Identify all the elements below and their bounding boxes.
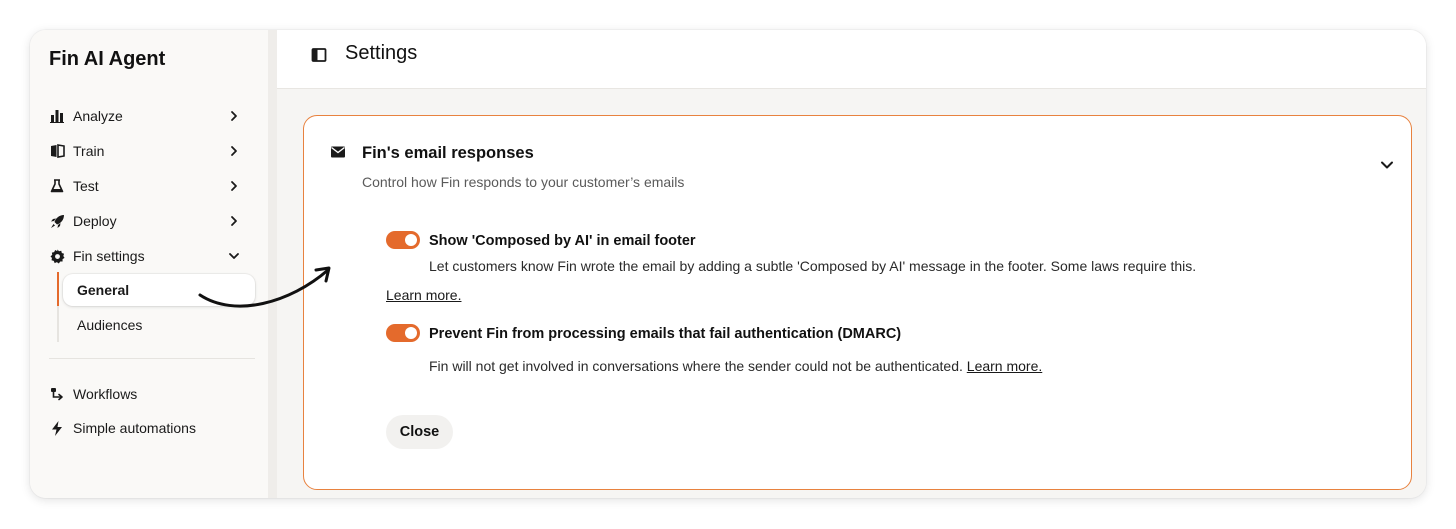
sidebar-item-deploy[interactable]: Deploy: [49, 207, 241, 235]
card-subtitle: Control how Fin responds to your custome…: [362, 174, 685, 190]
sidebar-item-workflows[interactable]: Workflows: [49, 380, 241, 408]
sidebar-item-label: Test: [73, 178, 99, 194]
gear-icon: [49, 248, 65, 264]
option-title: Show 'Composed by AI' in email footer: [429, 233, 696, 249]
rocket-icon: [49, 213, 65, 229]
option-description: Let customers know Fin wrote the email b…: [429, 258, 1197, 274]
chevron-right-icon: [231, 111, 237, 121]
toggle-knob: [405, 234, 417, 246]
main-content: Settings Fin's email responses Control h…: [277, 30, 1426, 498]
sidebar-item-label: Simple automations: [73, 420, 196, 436]
option-description-text: Fin will not get involved in conversatio…: [429, 358, 963, 374]
sidebar-item-analyze[interactable]: Analyze: [49, 102, 241, 130]
chevron-right-icon: [231, 181, 237, 191]
sidebar-toggle-icon[interactable]: [311, 47, 327, 63]
sidebar-item-label: Train: [73, 143, 105, 159]
toggle-knob: [405, 327, 417, 339]
sidebar-divider: [49, 358, 255, 359]
sidebar-item-label: Deploy: [73, 213, 117, 229]
prevent-dmarc-toggle[interactable]: [386, 324, 420, 342]
lightning-icon: [49, 420, 65, 436]
sidebar-item-train[interactable]: Train: [49, 137, 241, 165]
chevron-right-icon: [231, 216, 237, 226]
sidebar-item-label: Analyze: [73, 108, 123, 124]
sidebar-item-simple-automations[interactable]: Simple automations: [49, 414, 241, 442]
chevron-down-icon[interactable]: [1378, 156, 1396, 174]
option-title: Prevent Fin from processing emails that …: [429, 326, 902, 342]
app-title: Fin AI Agent: [49, 48, 166, 70]
card-title: Fin's email responses: [362, 144, 534, 162]
close-button[interactable]: Close: [386, 415, 453, 449]
learn-more-link[interactable]: Learn more.: [967, 358, 1042, 374]
subnav-active-indicator: [57, 272, 59, 306]
book-icon: [49, 143, 65, 159]
flask-icon: [49, 178, 65, 194]
chevron-right-icon: [231, 146, 237, 156]
page-title: Settings: [345, 42, 418, 64]
sidebar-item-label: Workflows: [73, 386, 138, 402]
annotation-arrow: [198, 266, 331, 308]
page-header: Settings: [277, 30, 1426, 89]
mail-icon: [331, 146, 345, 158]
workflow-icon: [49, 386, 65, 402]
composed-by-ai-toggle[interactable]: [386, 231, 420, 249]
sidebar-item-test[interactable]: Test: [49, 172, 241, 200]
email-responses-card: Fin's email responses Control how Fin re…: [303, 115, 1412, 490]
learn-more-link[interactable]: Learn more.: [386, 287, 461, 303]
sidebar-item-label: Fin settings: [73, 248, 145, 264]
bar-chart-icon: [49, 108, 65, 124]
option-description: Fin will not get involved in conversatio…: [429, 358, 1042, 374]
